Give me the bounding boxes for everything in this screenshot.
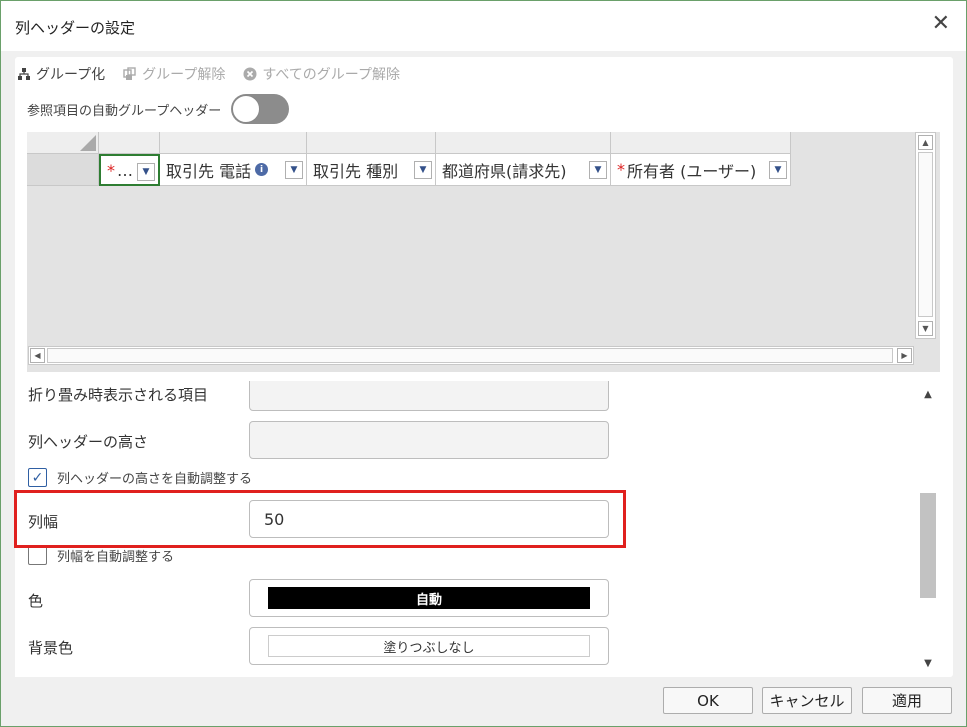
row-header-corner — [27, 154, 99, 186]
ungroup-label: グループ解除 — [142, 67, 226, 83]
column-header-2[interactable]: 取引先 電話 i ▼ — [160, 154, 307, 186]
column-header-label: 所有者 (ユーザー) — [627, 161, 757, 181]
title-bar: 列ヘッダーの設定 ✕ — [1, 1, 966, 51]
scroll-down-icon[interactable]: ▼ — [918, 321, 933, 336]
auto-width-checkbox[interactable] — [28, 546, 47, 565]
auto-width-label: 列幅を自動調整する — [57, 550, 175, 565]
color-swatch: 自動 — [268, 587, 590, 609]
chevron-down-icon[interactable]: ▼ — [589, 161, 607, 179]
column-header-3[interactable]: 取引先 種別 ▼ — [307, 154, 436, 186]
column-header-5[interactable]: * 所有者 (ユーザー) ▼ — [611, 154, 791, 186]
group-label: グループ化 — [36, 67, 106, 83]
color-label: 色 — [28, 592, 44, 610]
header-height-field[interactable] — [249, 421, 609, 459]
color-picker[interactable]: 自動 — [249, 579, 609, 617]
apply-button[interactable]: 適用 — [862, 687, 952, 714]
grid-horizontal-scrollbar[interactable]: ◀ ▶ — [28, 346, 914, 365]
scroll-down-icon[interactable]: ▼ — [920, 655, 936, 671]
auto-width-row[interactable]: 列幅を自動調整する — [28, 546, 174, 565]
ungroup-icon — [123, 67, 137, 81]
column-width-highlight-box — [14, 490, 626, 548]
auto-height-checkbox[interactable]: ✓ — [28, 468, 47, 487]
background-color-label: 背景色 — [28, 639, 74, 657]
group-header-cell[interactable] — [160, 132, 307, 154]
scroll-thumb[interactable] — [918, 152, 933, 317]
collapsed-items-label: 折り畳み時表示される項目 — [28, 386, 209, 404]
ungroup-all-button[interactable]: すべてのグループ解除 — [243, 64, 400, 84]
grid-vertical-scrollbar[interactable]: ▲ ▼ — [915, 132, 936, 339]
circle-x-icon — [243, 67, 257, 81]
background-color-swatch: 塗りつぶしなし — [268, 635, 590, 657]
scroll-thumb[interactable] — [920, 493, 936, 598]
select-all-corner[interactable] — [80, 135, 96, 151]
column-header-label: 取引先 種別 — [313, 161, 399, 181]
column-header-settings-dialog: 列ヘッダーの設定 ✕ グループ化 グループ解除 すべてのグループ解除 参照項目の… — [0, 0, 967, 727]
required-mark: * — [617, 160, 625, 179]
close-icon[interactable]: ✕ — [932, 13, 950, 35]
scroll-up-icon[interactable]: ▲ — [920, 386, 936, 402]
background-color-picker[interactable]: 塗りつぶしなし — [249, 627, 609, 665]
column-header-label: … — [117, 160, 133, 180]
ungroup-button[interactable]: グループ解除 — [123, 64, 225, 84]
cancel-button[interactable]: キャンセル — [762, 687, 852, 714]
scroll-thumb[interactable] — [47, 348, 893, 363]
column-header-label: 取引先 電話 — [166, 161, 252, 181]
scroll-right-icon[interactable]: ▶ — [897, 348, 912, 363]
chevron-down-icon[interactable]: ▼ — [414, 161, 432, 179]
auto-height-label: 列ヘッダーの高さを自動調整する — [57, 472, 253, 487]
auto-height-row[interactable]: ✓ 列ヘッダーの高さを自動調整する — [28, 468, 252, 487]
group-header-cell[interactable] — [436, 132, 611, 154]
column-header-grid: *… ▼ 取引先 電話 i ▼ 取引先 種別 ▼ 都道府県(請求先) ▼ * 所有者… — [27, 132, 940, 372]
toolbar: グループ化 グループ解除 すべてのグループ解除 — [17, 65, 418, 83]
group-button[interactable]: グループ化 — [17, 64, 105, 84]
required-mark: * — [107, 160, 115, 180]
group-header-cell[interactable] — [307, 132, 436, 154]
auto-group-header-row: 参照項目の自動グループヘッダー — [27, 94, 290, 124]
ungroup-all-label: すべてのグループ解除 — [262, 67, 400, 83]
toggle-knob — [232, 95, 261, 123]
group-header-cell[interactable] — [611, 132, 791, 154]
scroll-up-icon[interactable]: ▲ — [918, 135, 933, 150]
collapsed-items-field[interactable] — [249, 381, 609, 411]
group-header-cell[interactable] — [99, 132, 160, 154]
chevron-down-icon[interactable]: ▼ — [137, 163, 155, 181]
properties-scrollbar[interactable]: ▲ ▼ — [917, 381, 939, 677]
auto-group-header-toggle[interactable] — [231, 94, 290, 124]
header-height-label: 列ヘッダーの高さ — [28, 433, 149, 451]
group-header-corner — [27, 132, 99, 154]
column-header-label: 都道府県(請求先) — [442, 161, 567, 181]
chevron-down-icon[interactable]: ▼ — [285, 161, 303, 179]
ok-button[interactable]: OK — [663, 687, 753, 714]
group-header-row — [27, 132, 791, 154]
info-icon[interactable]: i — [255, 163, 269, 176]
column-header-1[interactable]: *… ▼ — [99, 154, 160, 186]
dialog-title: 列ヘッダーの設定 — [15, 19, 136, 37]
column-header-4[interactable]: 都道府県(請求先) ▼ — [436, 154, 611, 186]
auto-group-header-label: 参照項目の自動グループヘッダー — [27, 103, 222, 119]
hierarchy-icon — [17, 67, 31, 81]
chevron-down-icon[interactable]: ▼ — [769, 161, 787, 179]
column-header-row: *… ▼ 取引先 電話 i ▼ 取引先 種別 ▼ 都道府県(請求先) ▼ * 所有者… — [27, 154, 791, 186]
scroll-left-icon[interactable]: ◀ — [30, 348, 45, 363]
